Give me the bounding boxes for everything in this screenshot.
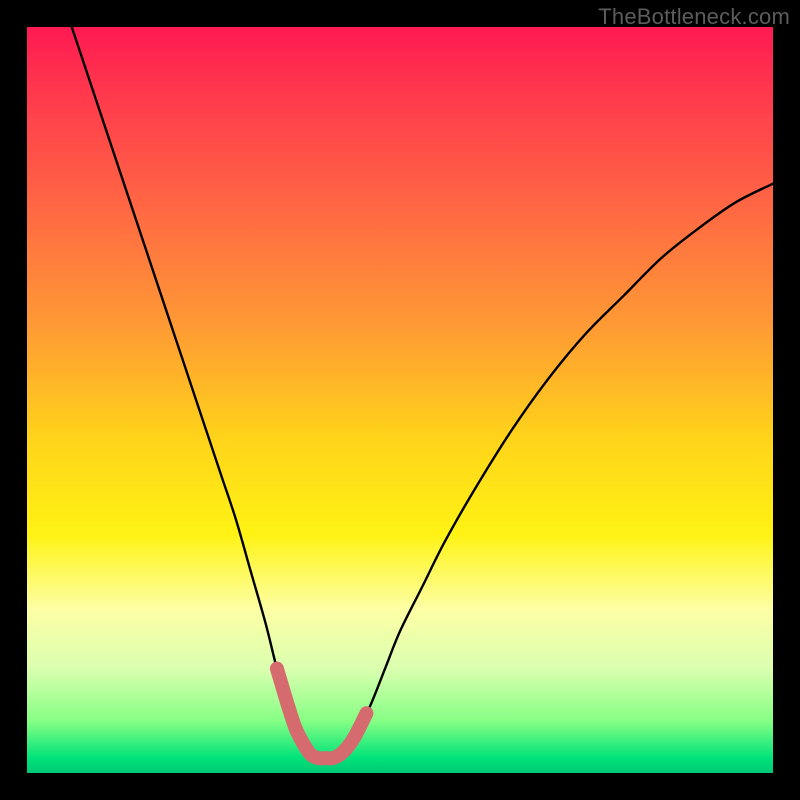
chart-plot-area (27, 27, 773, 773)
chart-frame: TheBottleneck.com (0, 0, 800, 800)
bottleneck-curve-path (72, 27, 773, 758)
chart-svg (27, 27, 773, 773)
watermark-label: TheBottleneck.com (598, 4, 790, 30)
optimal-band-path (277, 669, 367, 759)
